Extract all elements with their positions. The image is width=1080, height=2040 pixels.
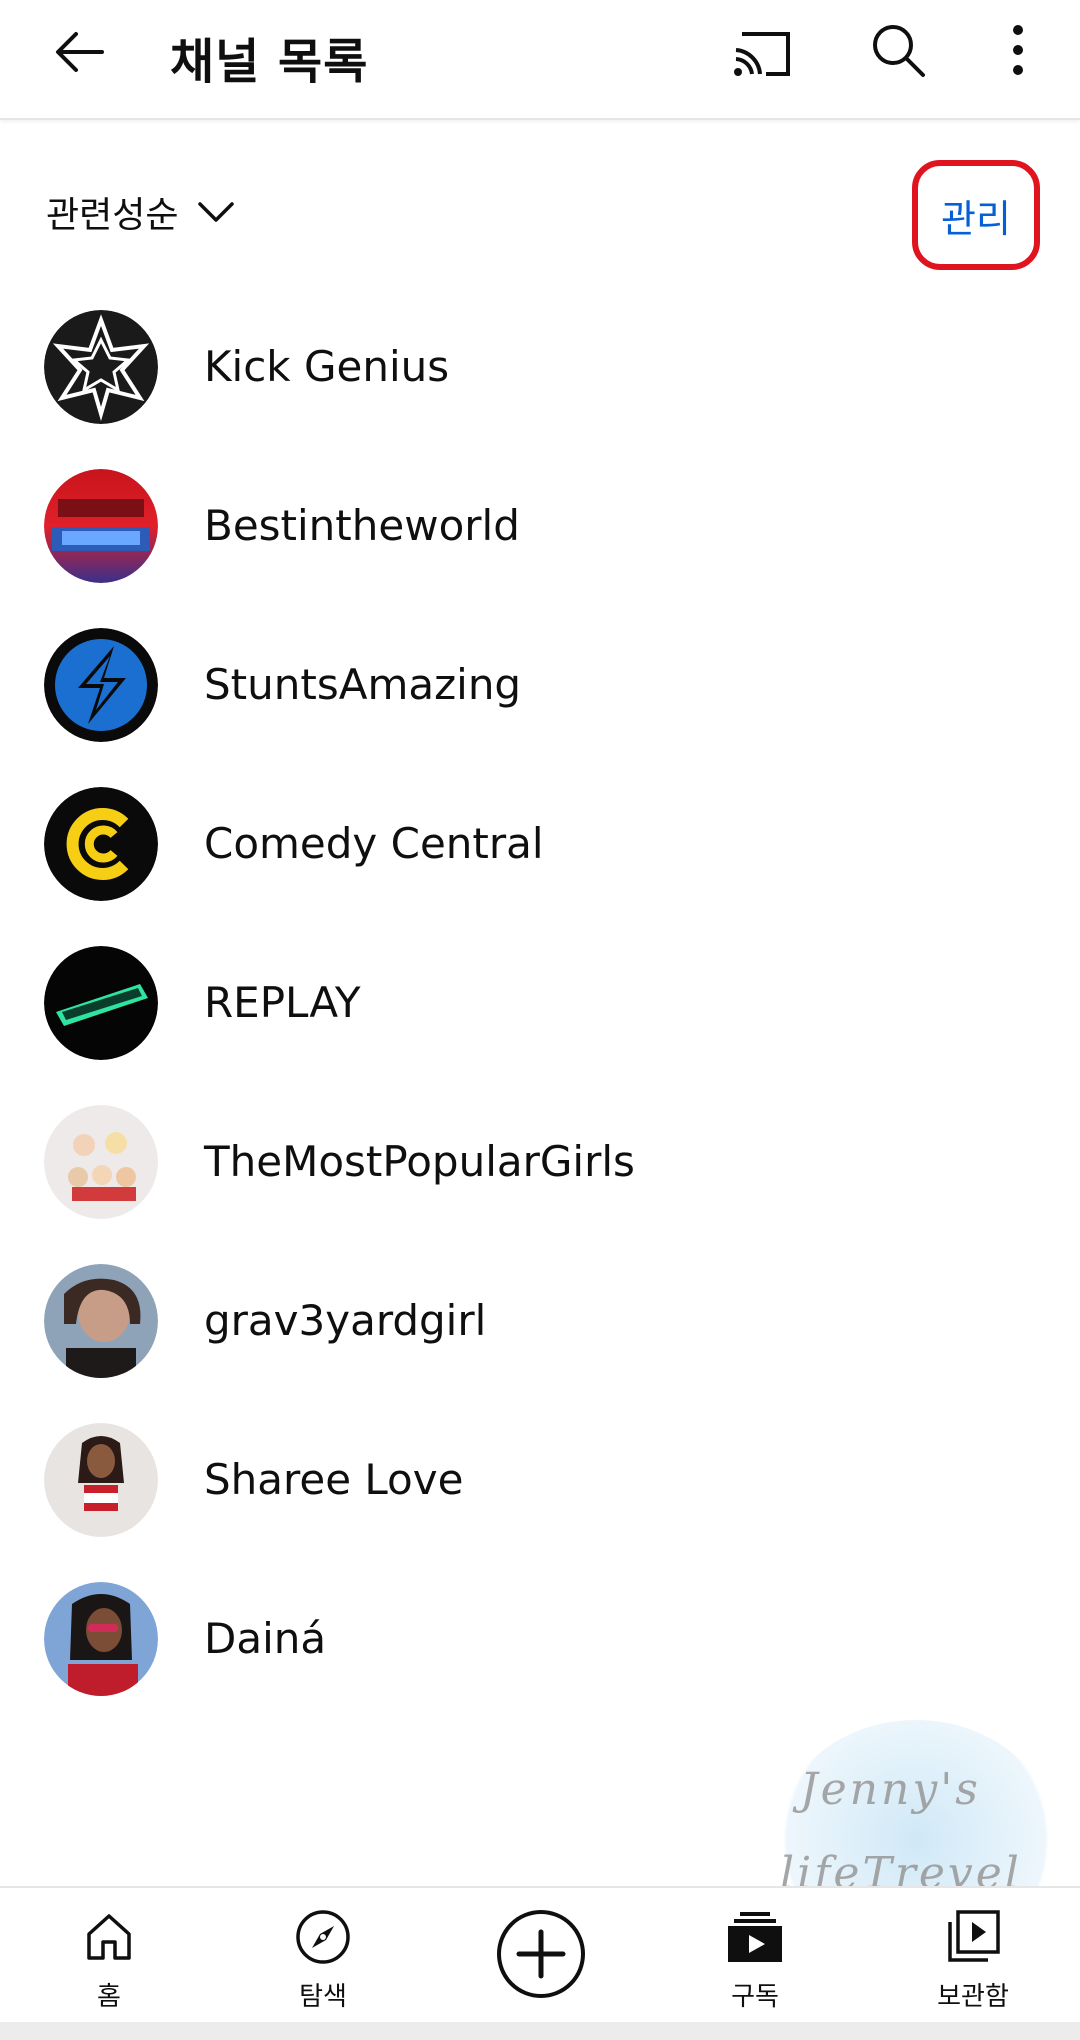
channel-name: Dainá — [204, 1614, 327, 1663]
nav-explore-label: 탐색 — [299, 1982, 347, 2012]
profile-photo-icon — [44, 1582, 158, 1696]
search-button[interactable] — [858, 10, 938, 90]
comedy-central-logo-icon — [44, 787, 158, 901]
manage-button[interactable]: 관리 — [912, 160, 1040, 270]
nav-home[interactable]: 홈 — [34, 1888, 184, 2024]
home-icon — [87, 1914, 131, 1960]
channel-name: Comedy Central — [204, 819, 544, 868]
channel-row[interactable]: Kick Genius — [0, 306, 1080, 465]
back-button[interactable] — [40, 12, 120, 92]
channel-list: Kick Genius Bestintheworld StuntsAmazing… — [0, 306, 1080, 1737]
profile-photo-icon — [44, 1423, 158, 1537]
channel-avatar — [44, 1423, 158, 1537]
channel-avatar — [44, 1105, 158, 1219]
channel-row[interactable]: TheMostPopularGirls — [0, 1101, 1080, 1260]
compass-icon — [296, 1910, 350, 1964]
dolls-avatar-icon — [44, 1105, 158, 1219]
channel-avatar — [44, 946, 158, 1060]
replay-logo-icon — [44, 946, 158, 1060]
search-icon — [873, 25, 925, 77]
arrow-left-icon — [56, 32, 104, 72]
channel-avatar — [44, 787, 158, 901]
channel-name: Bestintheworld — [204, 501, 520, 550]
nav-explore[interactable]: 탐색 — [248, 1888, 398, 2024]
cast-icon — [734, 32, 790, 76]
channel-row[interactable]: grav3yardgirl — [0, 1260, 1080, 1419]
chevron-down-icon — [198, 202, 235, 222]
nav-subscriptions[interactable]: 구독 — [680, 1888, 830, 2024]
cast-button[interactable] — [722, 14, 802, 94]
page-title: 채널 목록 — [170, 34, 369, 90]
channel-name: Sharee Love — [204, 1455, 464, 1504]
channel-avatar — [44, 310, 158, 424]
channel-avatar — [44, 1582, 158, 1696]
channel-row[interactable]: Bestintheworld — [0, 465, 1080, 624]
sort-dropdown[interactable]: 관련성순 — [46, 186, 236, 238]
library-icon — [948, 1910, 1000, 1962]
watermark-text: Jenny's — [800, 1764, 981, 1815]
profile-photo-icon — [44, 1264, 158, 1378]
app-bar: 채널 목록 — [0, 0, 1080, 120]
more-options-button[interactable] — [978, 10, 1058, 90]
channel-row[interactable]: StuntsAmazing — [0, 624, 1080, 783]
star-logo-icon — [44, 310, 158, 424]
channel-name: grav3yardgirl — [204, 1296, 487, 1345]
lightning-logo-icon — [44, 628, 158, 742]
channel-row[interactable]: Sharee Love — [0, 1419, 1080, 1578]
sort-label: 관련성순 — [46, 195, 179, 236]
nav-home-label: 홈 — [97, 1982, 121, 2012]
system-nav-strip — [0, 2022, 1080, 2040]
more-vert-icon — [1013, 25, 1023, 75]
channel-name: TheMostPopularGirls — [204, 1137, 635, 1186]
nav-library[interactable]: 보관함 — [898, 1888, 1048, 2024]
channel-avatar — [44, 628, 158, 742]
channel-name: Kick Genius — [204, 342, 450, 391]
channel-row[interactable]: Comedy Central — [0, 783, 1080, 942]
nav-subscriptions-label: 구독 — [731, 1982, 779, 2012]
channel-avatar — [44, 469, 158, 583]
bottom-navigation: 홈 탐색 구독 보관함 — [0, 1886, 1080, 2024]
subscriptions-icon — [728, 1912, 782, 1962]
channel-row[interactable]: Dainá — [0, 1578, 1080, 1737]
channel-avatar — [44, 1264, 158, 1378]
nav-library-label: 보관함 — [937, 1982, 1009, 2012]
best-in-the-world-logo-icon — [44, 469, 158, 583]
add-circle-icon — [497, 1910, 585, 1998]
channel-row[interactable]: REPLAY — [0, 942, 1080, 1101]
manage-label: 관리 — [941, 196, 1011, 241]
channel-name: StuntsAmazing — [204, 660, 522, 709]
nav-create[interactable] — [466, 1888, 616, 2024]
channel-name: REPLAY — [204, 978, 361, 1027]
